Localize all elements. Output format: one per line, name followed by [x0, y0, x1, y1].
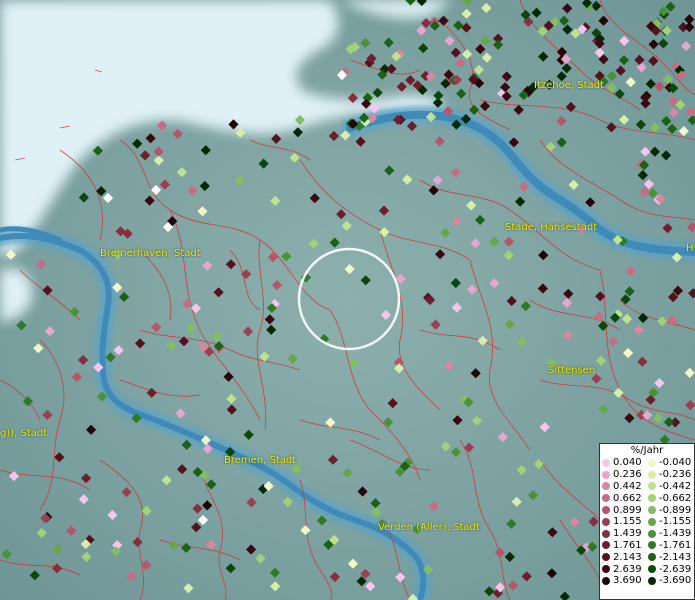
legend-entry: -0.040	[648, 457, 694, 469]
legend-entry: -1.155	[648, 516, 694, 528]
legend-entry: 2.143	[602, 551, 648, 563]
legend-swatch	[648, 517, 656, 526]
legend-entry: -1.761	[648, 540, 694, 552]
legend-swatch	[648, 541, 656, 550]
legend-swatch	[602, 494, 610, 503]
legend-swatch	[602, 470, 610, 479]
label-verden: Verden (Aller), Stadt	[378, 522, 480, 533]
legend-swatch	[602, 565, 610, 574]
legend-entry: 1.761	[602, 540, 648, 552]
legend: %/Jahr 0.040 0.236 0.442 0.662 0.899 1.1…	[599, 443, 695, 600]
legend-swatch	[602, 506, 610, 515]
legend-entry: 0.442	[602, 481, 648, 493]
legend-swatch	[648, 529, 656, 538]
legend-entry: -0.662	[648, 492, 694, 504]
label-bremen: Bremen, Stadt	[224, 455, 297, 466]
legend-swatch	[648, 470, 656, 479]
map-view[interactable]: Itzehoe, Stadt Stade, Hansestadt Bremerh…	[0, 0, 695, 600]
legend-entry: 0.040	[602, 457, 648, 469]
legend-swatch	[648, 553, 656, 562]
legend-positive-column: 0.040 0.236 0.442 0.662 0.899 1.155 1.43…	[602, 457, 648, 587]
legend-entry: 1.155	[602, 516, 648, 528]
legend-entry: 2.639	[602, 563, 648, 575]
legend-entry: 0.236	[602, 469, 648, 481]
legend-swatch	[602, 541, 610, 550]
legend-entry: -1.439	[648, 528, 694, 540]
legend-swatch	[602, 482, 610, 491]
label-stade: Stade, Hansestadt	[505, 222, 598, 233]
label-sittensen: Sittensen	[548, 365, 596, 376]
legend-entry: -2.639	[648, 563, 694, 575]
legend-swatch	[648, 482, 656, 491]
legend-swatch	[602, 553, 610, 562]
legend-entry: 1.439	[602, 528, 648, 540]
legend-swatch	[648, 506, 656, 515]
legend-entry: -0.899	[648, 504, 694, 516]
legend-swatch	[648, 565, 656, 574]
legend-swatch	[648, 458, 656, 467]
legend-entry: -3.690	[648, 575, 694, 587]
legend-entry: -0.442	[648, 481, 694, 493]
legend-entry: 0.899	[602, 504, 648, 516]
label-itzehoe: Itzehoe, Stadt	[534, 80, 604, 91]
legend-title: %/Jahr	[630, 445, 664, 456]
legend-entry: 0.662	[602, 492, 648, 504]
legend-swatch	[648, 494, 656, 503]
legend-swatch	[648, 576, 656, 585]
label-hamburg-edge: H	[686, 243, 694, 254]
legend-entry: -2.143	[648, 551, 694, 563]
legend-swatch	[602, 529, 610, 538]
legend-swatch	[602, 458, 610, 467]
legend-negative-column: -0.040 -0.236 -0.442 -0.662 -0.899 -1.15…	[648, 457, 694, 587]
label-bremerhaven: Bremerhaven, Stadt	[100, 248, 201, 259]
legend-entry: -0.236	[648, 469, 694, 481]
label-bremen-edge: g)), Stadt	[0, 428, 48, 439]
legend-swatch	[602, 576, 610, 585]
legend-entry: 3.690	[602, 575, 648, 587]
legend-swatch	[602, 517, 610, 526]
